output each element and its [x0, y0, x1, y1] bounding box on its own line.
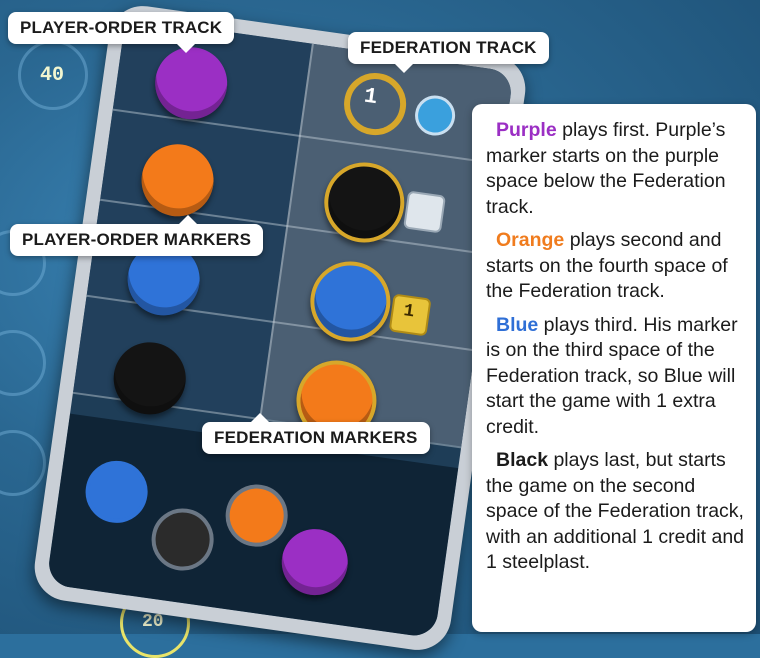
- callout-pointer: [394, 63, 414, 83]
- federation-markers-label: FEDERATION MARKERS: [202, 413, 430, 454]
- callout-pointer: [250, 403, 270, 423]
- purple-rule: Purple plays first. Purple’s marker star…: [486, 118, 748, 220]
- federation-track-label: FEDERATION TRACK: [348, 32, 549, 73]
- callout-pointer: [176, 43, 196, 63]
- orange-name: Orange: [496, 229, 565, 251]
- black-rule: Black plays last, but starts the game on…: [486, 448, 748, 576]
- player-order-track-label-text: PLAYER-ORDER TRACK: [20, 18, 223, 37]
- player-order-markers-label: PLAYER-ORDER MARKERS: [10, 215, 264, 256]
- federation-track-label-text: FEDERATION TRACK: [360, 38, 537, 57]
- player-board: 1 1: [30, 1, 530, 655]
- blue-name: Blue: [496, 313, 539, 336]
- score-number-bottom: 20: [142, 612, 164, 632]
- player-order-markers-label-text: PLAYER-ORDER MARKERS: [22, 230, 252, 249]
- score-number-top: 40: [40, 64, 65, 87]
- player-order-track-label: PLAYER-ORDER TRACK: [8, 12, 235, 53]
- steelplast-icon: [403, 190, 447, 234]
- callout-pointer: [178, 205, 198, 225]
- blue-rule: Blue plays third. His marker is on the t…: [486, 313, 748, 441]
- orange-rule: Orange plays second and starts on the fo…: [486, 228, 748, 305]
- board-surface: 1 1: [46, 17, 514, 639]
- black-name: Black: [496, 449, 549, 471]
- purple-name: Purple: [496, 119, 557, 141]
- rules-text-box: Purple plays first. Purple’s marker star…: [472, 104, 756, 632]
- federation-markers-label-text: FEDERATION MARKERS: [214, 428, 418, 447]
